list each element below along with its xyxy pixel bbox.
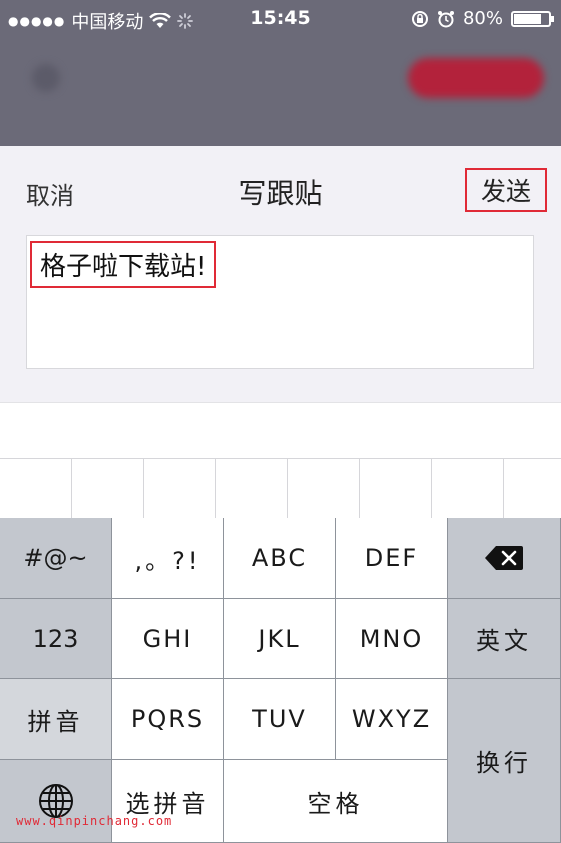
candidate-cell[interactable] <box>432 459 504 520</box>
backspace-icon <box>485 546 523 570</box>
key-symbols[interactable]: #@~ <box>0 518 112 599</box>
key-english[interactable]: 英文 <box>448 599 561 679</box>
send-button-label: 发送 <box>480 177 531 206</box>
battery-percent: 80% <box>462 8 503 29</box>
key-pqrs[interactable]: PQRS <box>112 679 224 760</box>
keyboard: #@~ ,。?! ABC DEF 123 GHI JKL MNO 英文 拼音 P… <box>0 518 561 843</box>
candidate-cell[interactable] <box>144 459 216 520</box>
key-ghi[interactable]: GHI <box>112 599 224 679</box>
rotation-lock-icon <box>411 10 428 27</box>
key-wxyz[interactable]: WXYZ <box>336 679 448 760</box>
key-tuv[interactable]: TUV <box>224 679 336 760</box>
battery-icon <box>511 10 554 27</box>
key-select-pinyin[interactable]: 选拼音 <box>112 760 224 843</box>
key-newline[interactable]: 换行 <box>448 679 561 843</box>
background-nav-bar <box>0 38 561 146</box>
send-button[interactable]: 发送 <box>465 168 547 212</box>
key-abc[interactable]: ABC <box>224 518 336 599</box>
status-bar: ●●●●● 中国移动 15:45 80% <box>0 0 561 38</box>
candidate-cell[interactable] <box>288 459 360 520</box>
candidate-cell[interactable] <box>72 459 144 520</box>
background-back-icon <box>32 64 60 92</box>
alarm-icon <box>437 10 454 27</box>
key-punctuation[interactable]: ,。?! <box>112 518 224 599</box>
candidate-cell[interactable] <box>0 459 72 520</box>
key-space[interactable]: 空格 <box>224 760 448 843</box>
comment-text-area[interactable]: 格子啦下载站! <box>26 235 534 369</box>
key-pinyin[interactable]: 拼音 <box>0 679 112 760</box>
key-mno[interactable]: MNO <box>336 599 448 679</box>
key-def[interactable]: DEF <box>336 518 448 599</box>
key-jkl[interactable]: JKL <box>224 599 336 679</box>
candidate-grid <box>0 458 561 520</box>
candidate-cell[interactable] <box>216 459 288 520</box>
comment-text: 格子啦下载站! <box>30 241 217 288</box>
key-numbers[interactable]: 123 <box>0 599 112 679</box>
battery-level <box>514 13 541 24</box>
key-globe[interactable] <box>0 760 112 843</box>
background-action-button <box>408 58 544 98</box>
key-backspace[interactable] <box>448 518 561 599</box>
candidate-bar <box>0 402 561 520</box>
compose-sheet: 取消 写跟贴 发送 格子啦下载站! <box>0 146 561 402</box>
status-right: 80% <box>411 8 554 29</box>
candidate-cell[interactable] <box>360 459 432 520</box>
watermark: www.qinpinchang.com <box>16 814 173 828</box>
